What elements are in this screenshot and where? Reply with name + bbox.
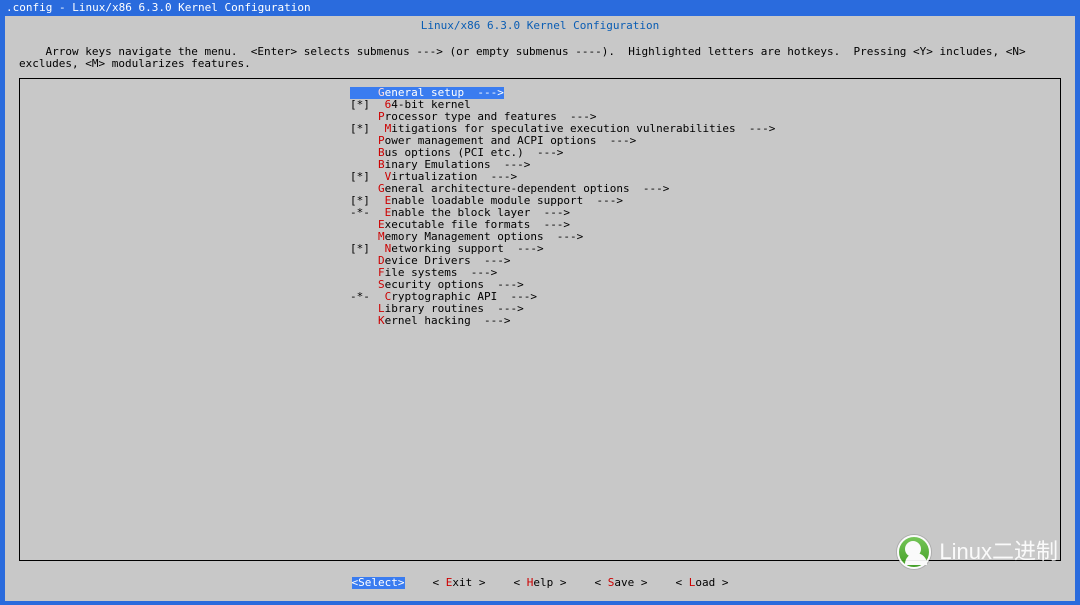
button-elp[interactable]: < Help > [514,577,567,589]
button-rest: elect [365,576,398,589]
menu-item-state [350,315,378,327]
button-elect[interactable]: <Select> [352,577,405,589]
menu-box: General setup --->[*] 64-bit kernel Proc… [19,78,1061,561]
button-rest: elp [533,576,553,589]
angle-close-icon: > [553,576,566,589]
window-titlebar: .config - Linux/x86 6.3.0 Kernel Configu… [0,0,1080,16]
button-rest: xit [452,576,472,589]
hotkey-letter: S [358,576,365,589]
menu-item-rest: ernel hacking ---> [385,314,511,327]
angle-close-icon: > [398,576,405,589]
angle-close-icon: > [715,576,728,589]
page-title: Linux/x86 6.3.0 Kernel Configuration [5,16,1075,32]
button-rest: ave [614,576,634,589]
angle-open-icon: < [514,576,527,589]
button-ave[interactable]: < Save > [595,577,648,589]
menu-item-19[interactable]: Kernel hacking ---> [350,315,990,327]
hotkey-letter: K [378,314,385,327]
button-oad[interactable]: < Load > [676,577,729,589]
button-rest: oad [695,576,715,589]
main-frame: Linux/x86 6.3.0 Kernel Configuration Arr… [5,16,1075,601]
angle-open-icon: < [433,576,446,589]
angle-close-icon: > [472,576,485,589]
angle-close-icon: > [634,576,647,589]
angle-open-icon: < [595,576,608,589]
instructions-line-1: Arrow keys navigate the menu. <Enter> se… [19,45,1032,70]
menu-list: General setup --->[*] 64-bit kernel Proc… [350,87,990,327]
angle-open-icon: < [676,576,689,589]
window-title: .config - Linux/x86 6.3.0 Kernel Configu… [6,1,311,14]
menu-item-label: Kernel hacking ---> [378,315,510,327]
button-bar: <Select>< Exit >< Help >< Save >< Load > [5,577,1075,589]
button-xit[interactable]: < Exit > [433,577,486,589]
